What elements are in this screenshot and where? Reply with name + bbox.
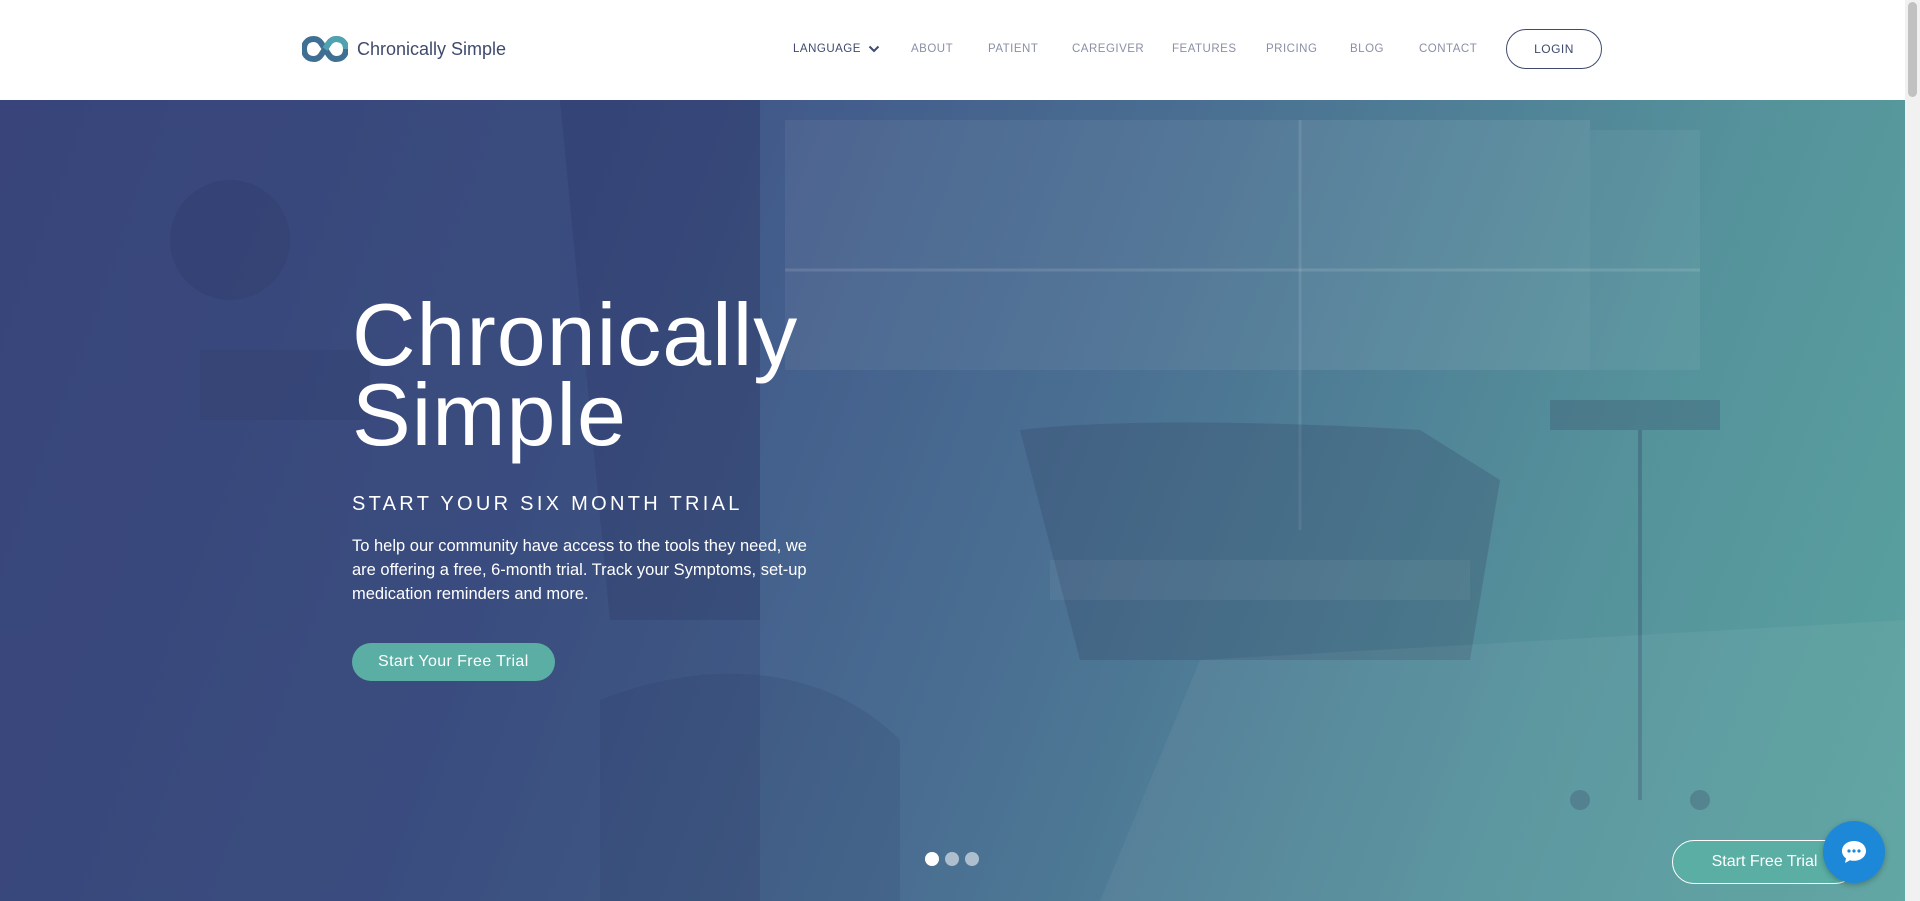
chevron-down-icon xyxy=(868,45,880,53)
chat-launcher-button[interactable] xyxy=(1823,821,1885,883)
hero-description: To help our community have access to the… xyxy=(352,537,807,603)
chat-bubble-icon xyxy=(1842,841,1866,863)
slider-dot-1[interactable] xyxy=(925,852,939,866)
slider-dot-2[interactable] xyxy=(945,852,959,866)
slider-pagination xyxy=(925,852,979,866)
start-free-trial-button[interactable]: Start Your Free Trial xyxy=(352,643,555,681)
nav-about[interactable]: ABOUT xyxy=(911,43,953,55)
hero-content: Chronically Simple START YOUR SIX MONTH … xyxy=(352,291,832,681)
hero-background-image xyxy=(0,100,1905,901)
hero-subtitle: START YOUR SIX MONTH TRIAL xyxy=(352,493,743,515)
nav-blog[interactable]: BLOG xyxy=(1350,43,1384,55)
nav-language-label: LANGUAGE xyxy=(793,43,861,55)
logo-text: Chronically Simple xyxy=(357,38,507,59)
nav-language-dropdown[interactable]: LANGUAGE xyxy=(793,43,880,55)
page-scrollbar[interactable] xyxy=(1905,0,1920,901)
nav-features[interactable]: FEATURES xyxy=(1172,43,1237,55)
infinity-logo-icon xyxy=(302,35,348,63)
hero-title: Chronically Simple xyxy=(352,291,832,459)
slider-dot-3[interactable] xyxy=(965,852,979,866)
nav-pricing[interactable]: PRICING xyxy=(1266,43,1317,55)
nav-contact[interactable]: CONTACT xyxy=(1419,43,1477,55)
hero-title-line2: Simple xyxy=(352,365,627,464)
login-button[interactable]: LOGIN xyxy=(1506,29,1602,69)
nav-caregiver[interactable]: CAREGIVER xyxy=(1072,43,1144,55)
site-header: Chronically Simple LANGUAGE ABOUT PATIEN… xyxy=(0,0,1905,100)
brand-logo[interactable]: Chronically Simple xyxy=(302,35,506,63)
hero-section: Chronically Simple START YOUR SIX MONTH … xyxy=(0,100,1905,901)
scrollbar-thumb[interactable] xyxy=(1908,2,1917,97)
nav-patient[interactable]: PATIENT xyxy=(988,43,1038,55)
